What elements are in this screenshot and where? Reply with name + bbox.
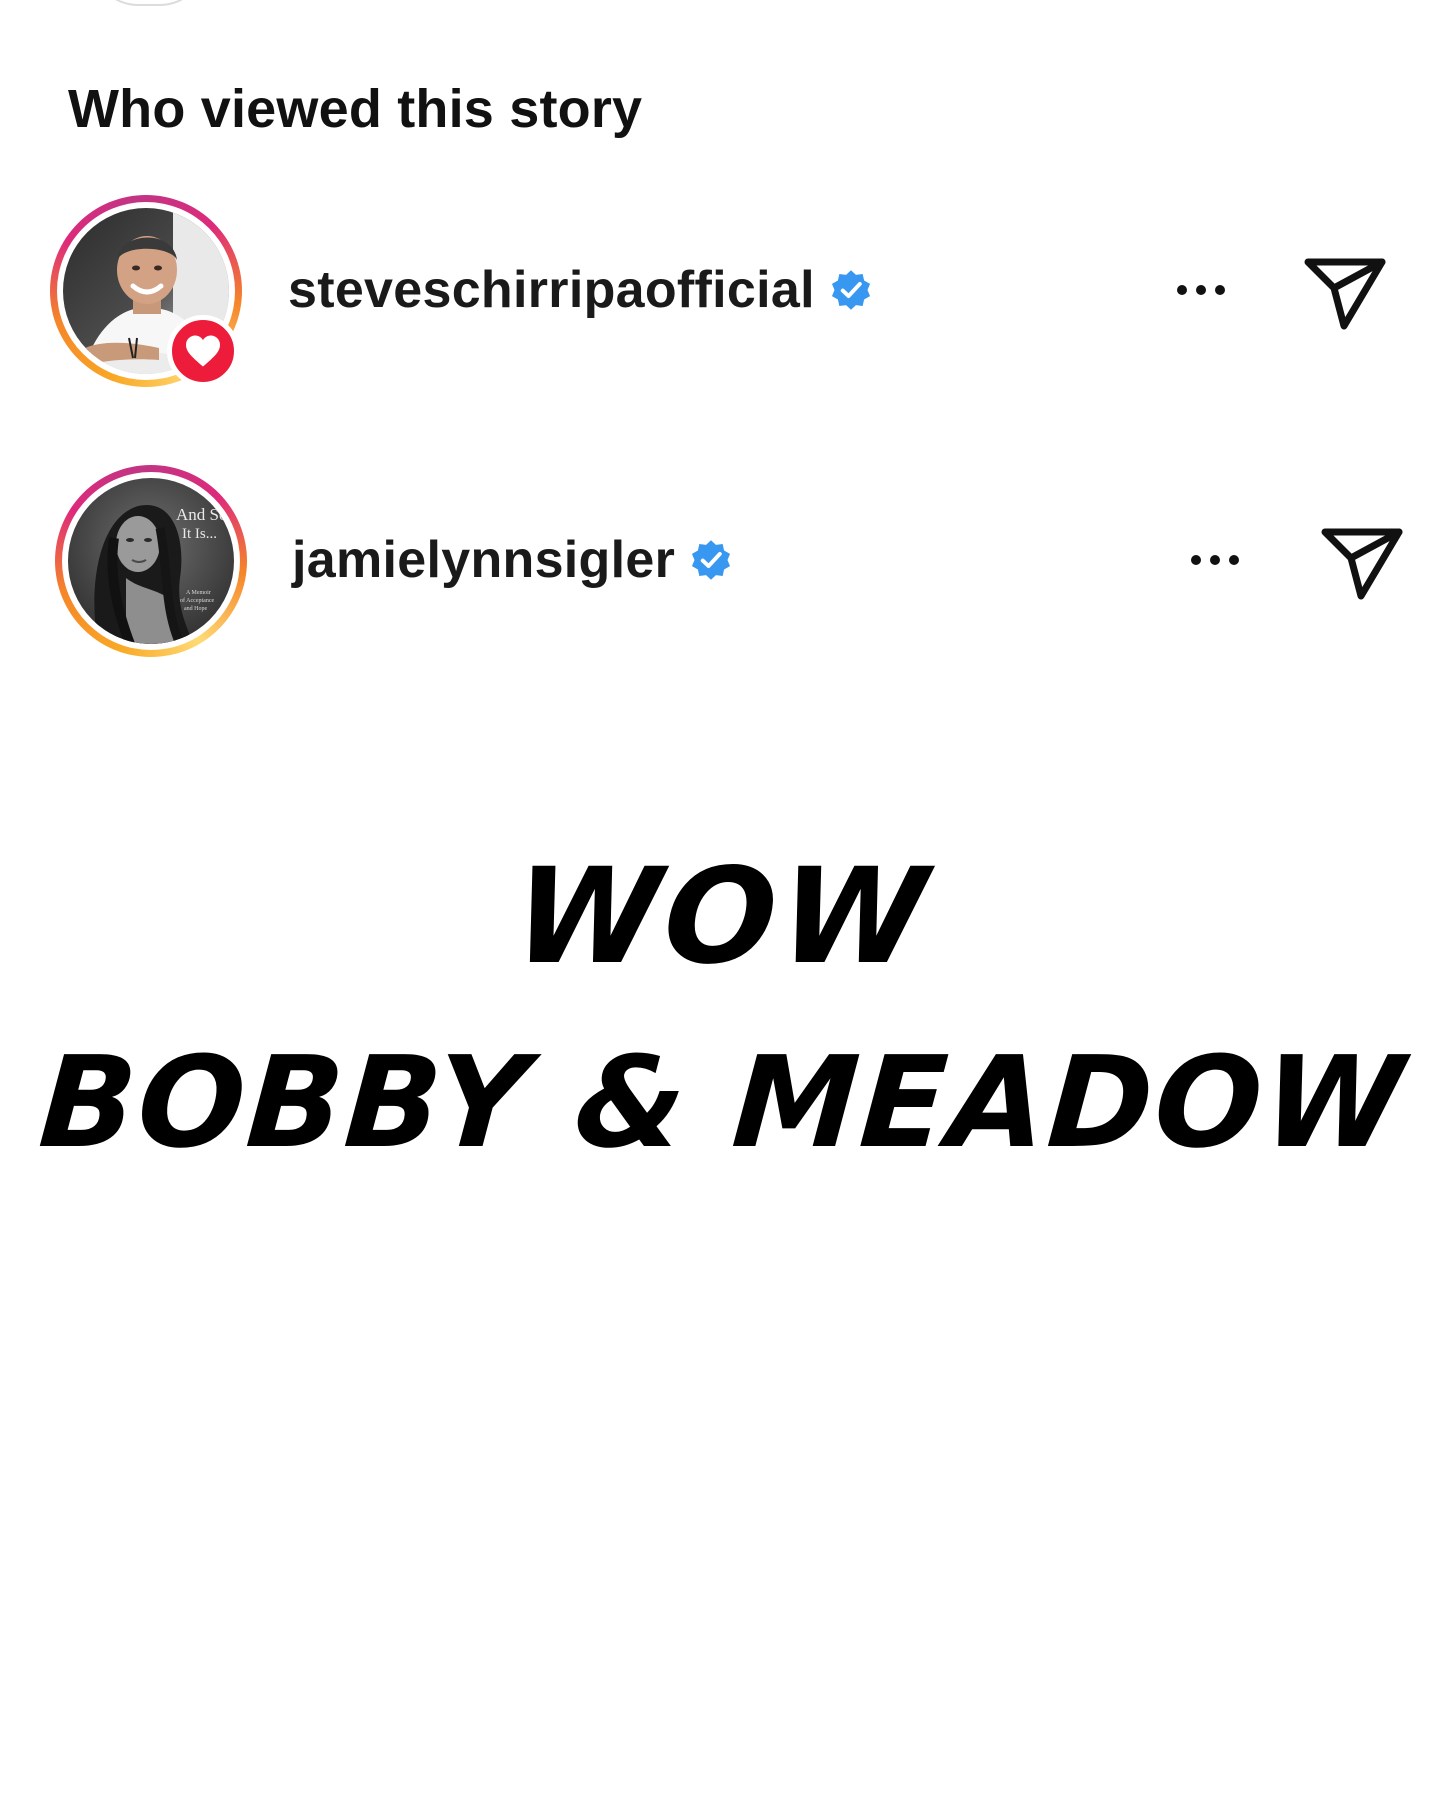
viewer-row[interactable]: steveschirripaofficial [0,190,1445,390]
book-title-line2: It Is... [182,526,217,542]
more-options-button[interactable] [1180,538,1250,582]
like-badge [167,315,239,387]
book-subtitle-line1: A Memoir [186,590,211,596]
caption-line-2: BOBBY & MEADOW [34,1029,1411,1176]
paper-plane-icon [1304,258,1386,330]
book-subtitle-line3: and Hope [184,606,207,612]
paper-plane-icon [1321,528,1403,600]
send-message-button[interactable] [1317,520,1407,604]
more-horizontal-icon [1177,285,1187,295]
caption-line-1: WOW [509,840,936,994]
verified-badge-icon [692,540,731,580]
viewer-row[interactable]: And So It Is... A Memoir of Acceptance a… [0,460,1445,660]
story-ring[interactable]: And So It Is... A Memoir of Acceptance a… [55,465,247,657]
more-options-button[interactable] [1166,268,1236,312]
send-message-button[interactable] [1300,250,1390,334]
more-horizontal-icon [1191,555,1201,565]
book-cover-photo: And So It Is... A Memoir of Acceptance a… [68,478,234,644]
verified-badge-icon [831,270,870,310]
username-container[interactable]: steveschirripaofficial [288,258,873,322]
username[interactable]: steveschirripaofficial [288,258,815,322]
username-container[interactable]: jamielynnsigler [292,528,733,592]
story-ring[interactable] [50,195,242,387]
username[interactable]: jamielynnsigler [292,528,675,592]
heart-icon [186,335,220,367]
page-title: Who viewed this story [68,79,643,139]
book-subtitle-line2: of Acceptance [180,597,214,604]
avatar: And So It Is... A Memoir of Acceptance a… [68,478,234,644]
top-arc-decoration [92,0,206,6]
